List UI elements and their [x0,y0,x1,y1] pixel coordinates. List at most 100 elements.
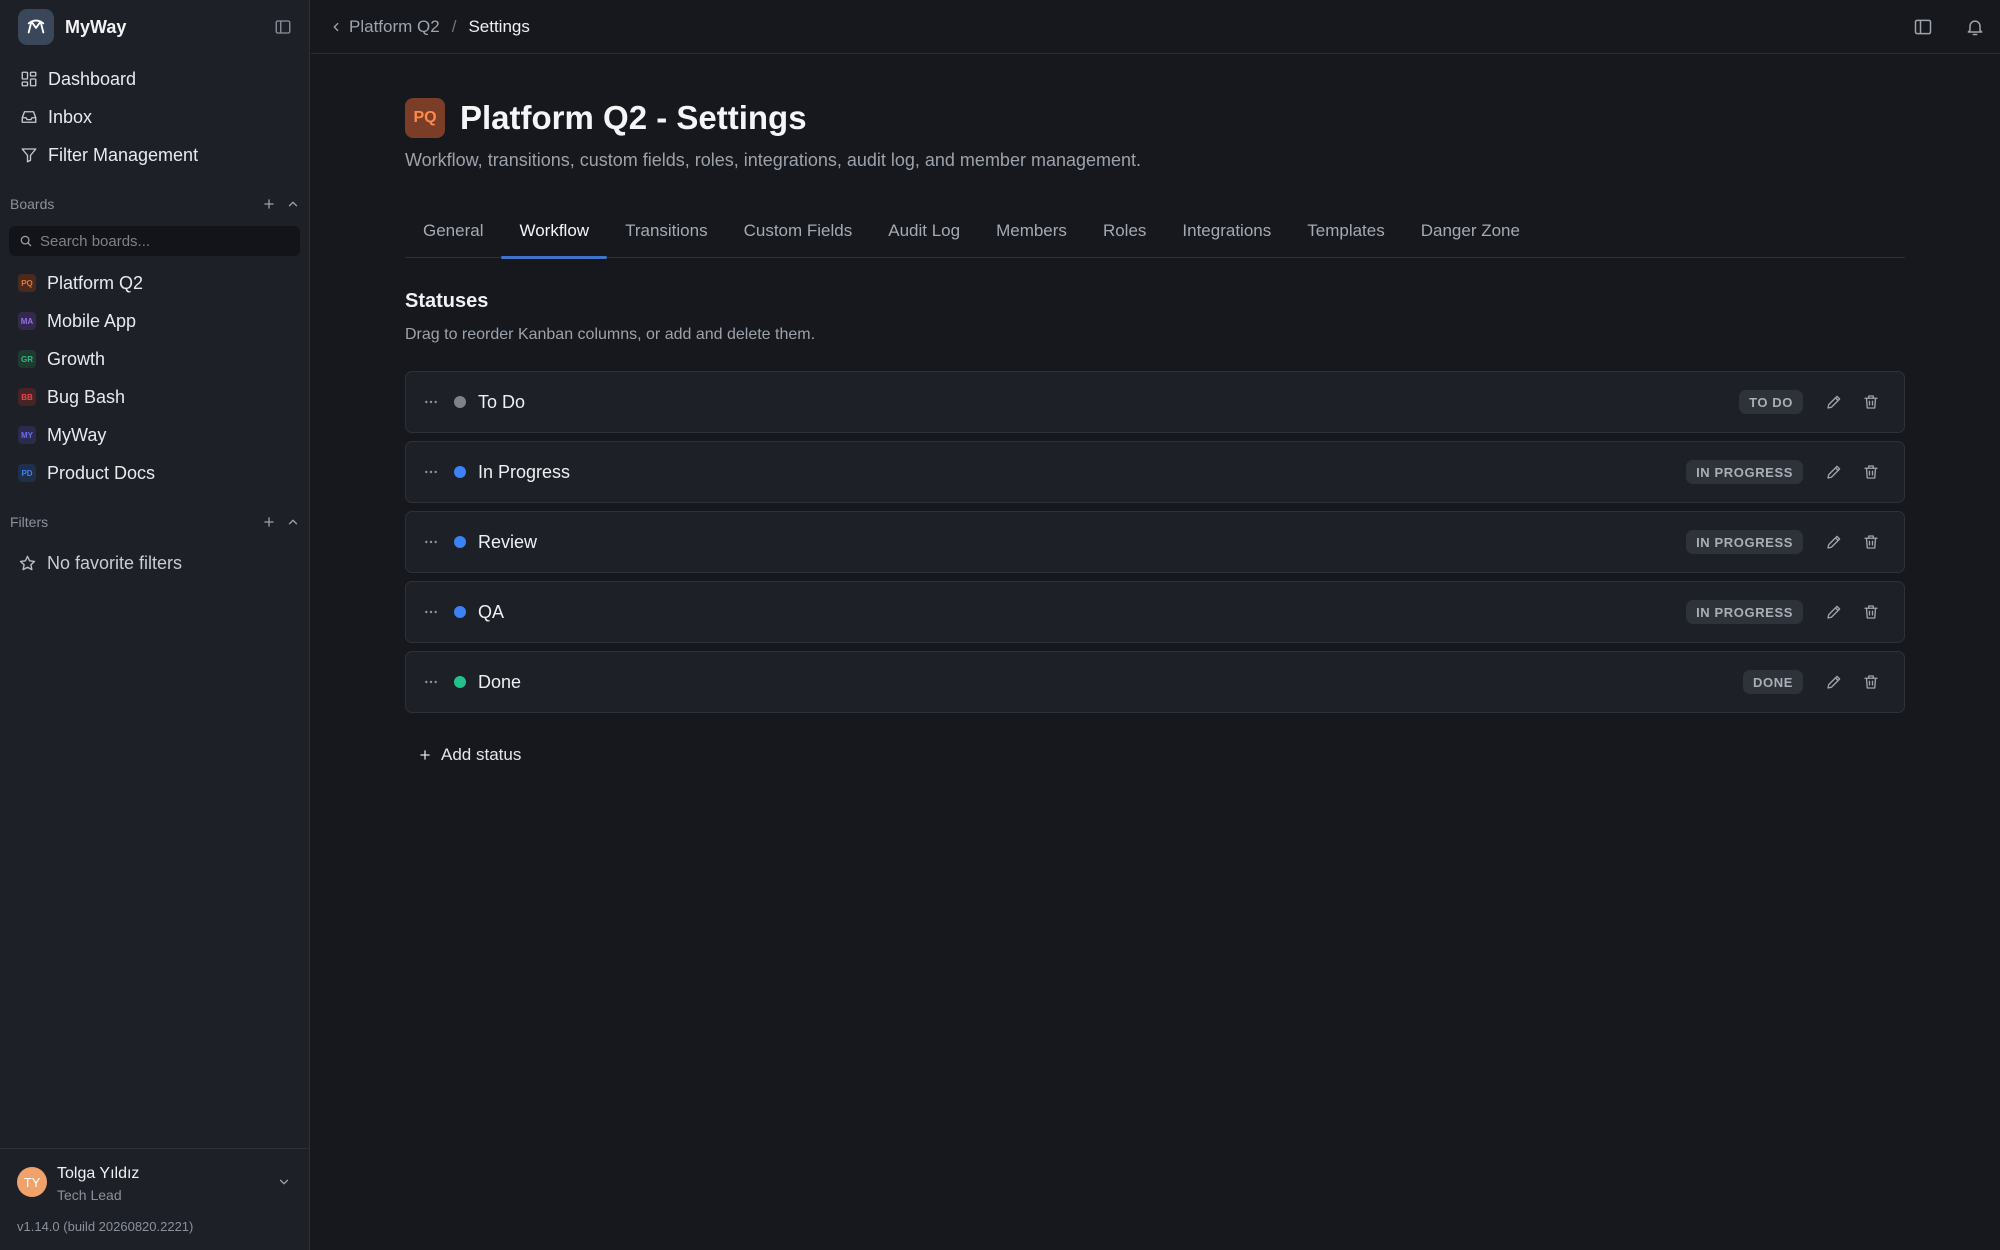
chevron-down-icon[interactable] [277,1175,291,1189]
chevron-left-icon[interactable] [329,20,343,34]
trash-icon[interactable] [1862,463,1880,481]
nav-label: Filter Management [48,144,199,165]
tab-danger-zone[interactable]: Danger Zone [1403,204,1538,258]
board-badge: MY [18,426,36,444]
status-row-qa[interactable]: QA IN PROGRESS [405,581,1905,643]
status-row-review[interactable]: Review IN PROGRESS [405,511,1905,573]
tab-templates[interactable]: Templates [1289,204,1402,258]
trash-icon[interactable] [1862,673,1880,691]
breadcrumb-separator: / [451,17,457,36]
board-label: Platform Q2 [47,272,144,293]
board-label: Growth [47,348,106,369]
status-name: QA [478,601,505,622]
user-role: Tech Lead [57,1187,122,1203]
status-color-dot [454,676,466,688]
tab-members[interactable]: Members [978,204,1085,258]
status-color-dot [454,396,466,408]
panel-toggle-icon[interactable] [1913,17,1933,37]
search-icon [19,234,33,248]
section-description: Drag to reorder Kanban columns, or add a… [405,326,816,343]
sidebar: MyWay Dashboard Inbox Filter Management … [0,0,310,1250]
add-filter-plus-icon[interactable] [262,515,276,529]
pencil-icon[interactable] [1825,533,1843,551]
user-menu[interactable]: TY Tolga Yıldız Tech Lead v1.14.0 (build… [0,1148,310,1250]
drag-handle-icon[interactable] [423,674,439,690]
main-nav: Dashboard Inbox Filter Management [10,60,300,174]
status-category-badge: TO DO [1739,390,1803,414]
pencil-icon[interactable] [1825,603,1843,621]
tab-custom-fields[interactable]: Custom Fields [726,204,871,258]
nav-item-filter-management[interactable]: Filter Management [10,136,300,174]
drag-handle-icon[interactable] [423,394,439,410]
status-color-dot [454,606,466,618]
drag-handle-icon[interactable] [423,534,439,550]
tab-roles[interactable]: Roles [1085,204,1164,258]
board-search-input[interactable] [40,232,280,250]
page-subtitle: Workflow, transitions, custom fields, ro… [405,150,1142,170]
avatar: TY [17,1167,47,1197]
filters-section-header: Filters [10,511,300,533]
trash-icon[interactable] [1862,393,1880,411]
board-item-myway[interactable]: MY MyWay [10,416,300,454]
boards-label: Boards [10,196,55,212]
board-search[interactable] [9,226,300,256]
nav-item-dashboard[interactable]: Dashboard [10,60,300,98]
star-icon [18,554,37,573]
status-row-done[interactable]: Done DONE [405,651,1905,713]
sidebar-toggle-icon[interactable] [274,18,292,36]
board-item-growth[interactable]: GR Growth [10,340,300,378]
status-row-to-do[interactable]: To Do TO DO [405,371,1905,433]
nav-item-inbox[interactable]: Inbox [10,98,300,136]
status-name: Review [478,531,538,552]
board-badge: PQ [18,274,36,292]
boards-section-header: Boards [10,193,300,215]
no-filters-label: No favorite filters [47,552,183,573]
trash-icon[interactable] [1862,533,1880,551]
page-title: Platform Q2 - Settings [460,99,807,136]
tab-general[interactable]: General [405,204,501,258]
no-favorite-filters: No favorite filters [18,544,182,582]
pencil-icon[interactable] [1825,673,1843,691]
pencil-icon[interactable] [1825,393,1843,411]
trash-icon[interactable] [1862,603,1880,621]
brand[interactable]: MyWay [18,8,126,46]
board-item-product-docs[interactable]: PD Product Docs [10,454,300,492]
drag-handle-icon[interactable] [423,604,439,620]
grid-icon [20,70,38,88]
board-badge: BB [18,388,36,406]
collapse-boards-chevron-up-icon[interactable] [286,197,300,211]
tab-audit-log[interactable]: Audit Log [870,204,978,258]
board-item-mobile-app[interactable]: MA Mobile App [10,302,300,340]
add-status-button[interactable]: Add status [418,740,521,770]
drag-handle-icon[interactable] [423,464,439,480]
inbox-icon [20,108,38,126]
board-label: MyWay [47,424,107,445]
status-category-badge: DONE [1743,670,1803,694]
status-name: In Progress [478,461,571,482]
breadcrumb-current: Settings [468,17,530,36]
pencil-icon[interactable] [1825,463,1843,481]
board-badge: PD [18,464,36,482]
tab-integrations[interactable]: Integrations [1164,204,1289,258]
collapse-filters-chevron-up-icon[interactable] [286,515,300,529]
tab-workflow[interactable]: Workflow [501,204,607,259]
status-name: Done [478,671,522,692]
filters-label: Filters [10,514,49,530]
app-name: MyWay [65,16,127,37]
board-item-bug-bash[interactable]: BB Bug Bash [10,378,300,416]
board-label: Mobile App [47,310,137,331]
bell-icon[interactable] [1965,17,1985,37]
status-category-badge: IN PROGRESS [1686,460,1803,484]
board-item-platform-q2[interactable]: PQ Platform Q2 [10,264,300,302]
top-bar: Platform Q2 / Settings [311,0,2000,54]
tab-transitions[interactable]: Transitions [607,204,726,258]
status-row-in-progress[interactable]: In Progress IN PROGRESS [405,441,1905,503]
project-badge: PQ [405,98,445,138]
status-color-dot [454,536,466,548]
add-board-plus-icon[interactable] [262,197,276,211]
section-title: Statuses [405,290,489,312]
breadcrumb-parent-link[interactable]: Platform Q2 [349,17,440,37]
status-name: To Do [478,391,526,412]
user-name: Tolga Yıldız [57,1165,140,1182]
nav-label: Inbox [48,106,93,127]
